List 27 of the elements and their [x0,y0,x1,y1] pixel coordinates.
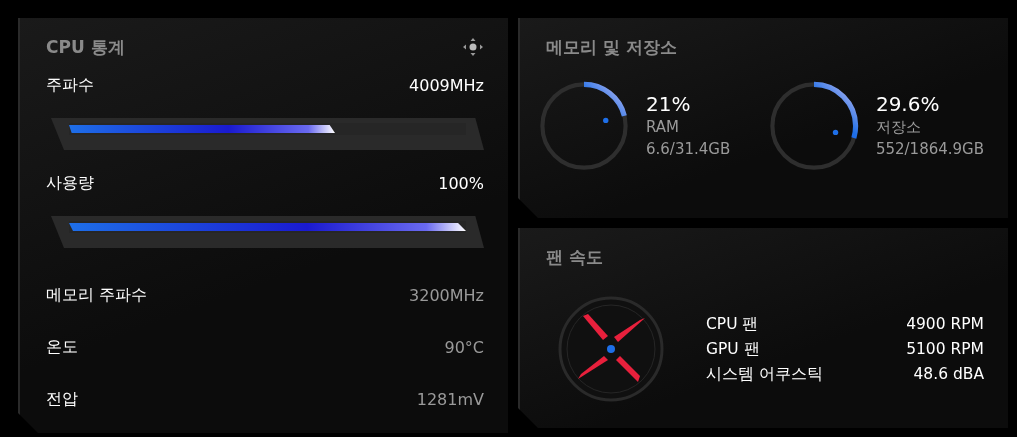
gauge-label: RAM [646,117,681,138]
usage-amount: 552/1864.9GB [875,139,984,160]
gauge-label: 저장소 [875,117,922,138]
stat-label: 메모리 주파수 [46,284,148,306]
stat-value: 100% [438,173,484,193]
fan-value: 48.6 dBA [913,363,984,385]
fan-label: CPU 팬 [706,313,759,335]
usage-amount: 6.6/31.4GB [646,139,731,160]
stat-value: 4009MHz [409,75,484,95]
panel-title: CPU 통계 [46,35,125,59]
panel-title: 팬 속도 [546,245,603,269]
fan-value: 4900 RPM [906,313,984,335]
stat-value: 3200MHz [409,285,484,305]
stat-value: 1281mV [416,389,484,409]
move-icon[interactable] [462,37,484,57]
fan-value: 5100 RPM [906,338,984,360]
stat-label: 온도 [46,336,78,358]
fan-icon [558,296,664,402]
stat-label: 사용량 [46,172,94,194]
stat-label: 주파수 [46,74,94,96]
panel-title: 메모리 및 저장소 [546,35,677,59]
stat-label: 전압 [46,388,78,410]
fan-label: 시스템 어쿠스틱 [706,363,823,385]
usage-percent: 21% [646,92,692,116]
stat-value: 90°C [444,337,484,357]
fan-label: GPU 팬 [706,338,760,360]
usage-percent: 29.6% [875,92,941,116]
